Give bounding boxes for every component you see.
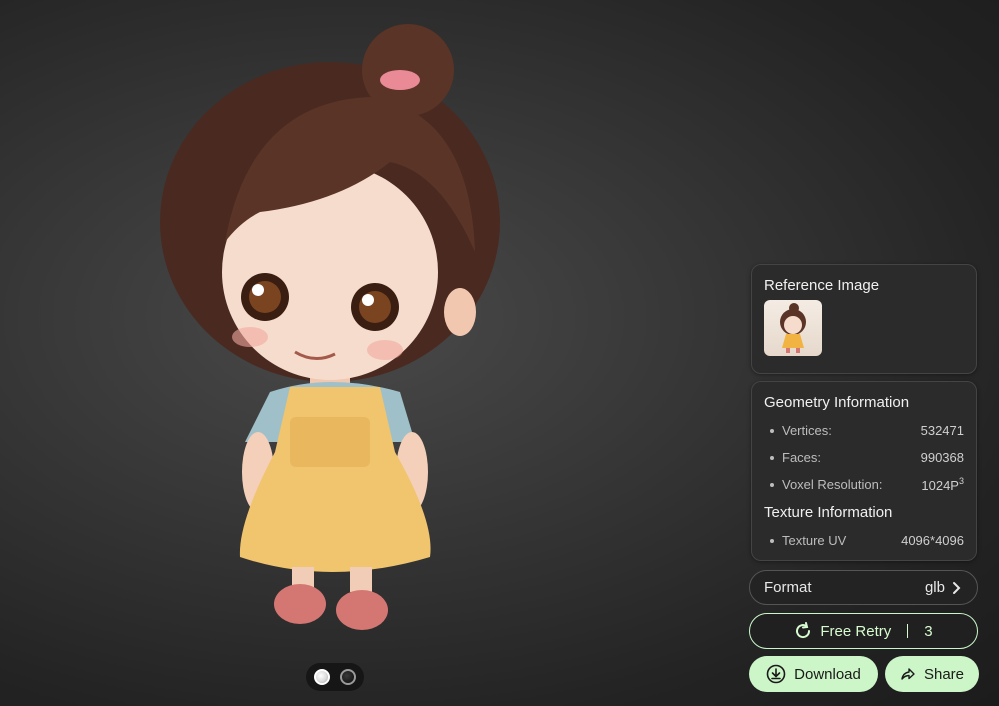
vertices-value: 532471: [920, 423, 964, 438]
vertices-row: Vertices: 532471: [764, 417, 964, 444]
retry-count: 3: [924, 622, 933, 640]
reference-image-card: Reference Image: [751, 264, 977, 374]
voxel-resolution-value: 1024P3: [921, 476, 964, 493]
vertices-label: Vertices:: [782, 423, 832, 438]
divider: [907, 624, 909, 638]
refresh-icon: [796, 622, 811, 639]
lit-view-option[interactable]: [314, 669, 330, 685]
texture-uv-row: Texture UV 4096*4096: [764, 527, 964, 554]
format-label: Format: [764, 579, 812, 596]
voxel-resolution-row: Voxel Resolution: 1024P3: [764, 471, 964, 498]
character-3d-model[interactable]: [140, 12, 520, 642]
texture-uv-label: Texture UV: [782, 533, 847, 548]
voxel-resolution-label: Voxel Resolution:: [782, 477, 883, 492]
geometry-title: Geometry Information: [764, 394, 910, 411]
share-icon: [901, 668, 915, 680]
view-mode-toggle[interactable]: [306, 663, 364, 691]
faces-label: Faces:: [782, 450, 822, 465]
download-button[interactable]: Download: [749, 656, 878, 692]
texture-uv-value: 4096*4096: [901, 533, 964, 548]
bullet-icon: [770, 538, 774, 543]
bullet-icon: [770, 455, 774, 460]
reference-title: Reference Image: [764, 277, 880, 294]
free-retry-button[interactable]: Free Retry 3: [749, 613, 978, 649]
format-value: glb: [924, 579, 945, 596]
dark-view-option[interactable]: [340, 669, 356, 685]
voxel-resolution-number: 1024P: [921, 478, 959, 493]
free-retry-label: Free Retry: [820, 622, 892, 640]
format-selector[interactable]: Format glb: [749, 570, 978, 605]
bullet-icon: [770, 482, 774, 487]
bullet-icon: [770, 428, 774, 433]
geometry-info-card: Geometry Information Vertices: 532471 Fa…: [751, 381, 977, 561]
faces-value: 990368: [920, 450, 964, 465]
voxel-resolution-exponent: 3: [958, 476, 964, 486]
chevron-right-icon: [953, 581, 961, 594]
download-label: Download: [794, 665, 861, 683]
model-viewport[interactable]: [0, 0, 740, 706]
download-icon: [766, 664, 786, 684]
faces-row: Faces: 990368: [764, 444, 964, 471]
reference-thumbnail[interactable]: [764, 300, 822, 356]
share-label: Share: [923, 665, 965, 683]
share-button[interactable]: Share: [885, 656, 979, 692]
texture-title: Texture Information: [764, 504, 893, 521]
